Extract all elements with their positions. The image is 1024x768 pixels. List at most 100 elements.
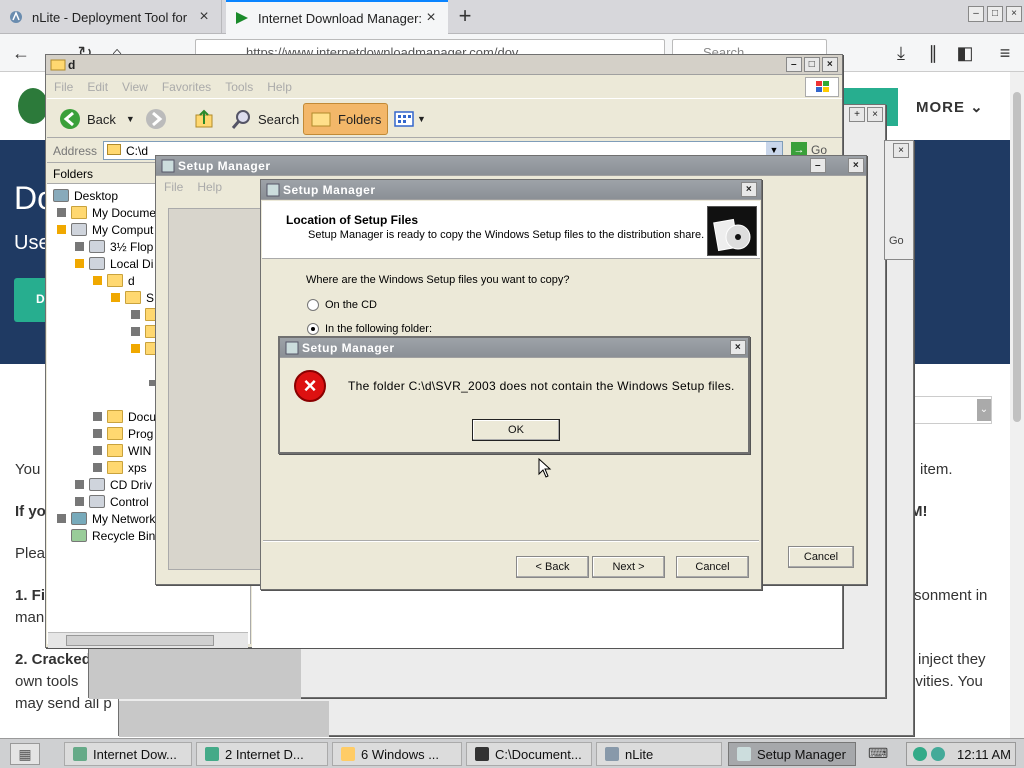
close-icon[interactable]: ×	[822, 57, 838, 72]
cancel-button[interactable]: Cancel	[788, 546, 854, 568]
taskbar-item-documents[interactable]: C:\Document...	[466, 742, 592, 766]
menu-tools[interactable]: Tools	[218, 76, 260, 94]
ok-button[interactable]: OK	[472, 419, 560, 441]
folder-icon	[107, 144, 121, 155]
minimize-icon[interactable]: –	[810, 158, 826, 173]
download-icon[interactable]: ⤓	[890, 42, 912, 64]
keyboard-icon[interactable]: ⌨	[868, 745, 888, 763]
play-icon	[234, 10, 250, 26]
cancel-button[interactable]: Cancel	[676, 556, 749, 578]
tab-label: nLite - Deployment Tool for	[32, 9, 188, 25]
back-button[interactable]: < Back	[516, 556, 589, 578]
tree-item-my-network[interactable]: My Network	[57, 510, 155, 527]
tree-item-s[interactable]: S	[111, 289, 154, 306]
tree-item-my-computer[interactable]: My Comput	[57, 221, 153, 238]
sidebar-icon[interactable]: ◧	[954, 42, 976, 64]
divider	[263, 540, 759, 542]
tree-item-recycle-bin[interactable]: Recycle Bin	[71, 527, 155, 544]
menu-help[interactable]: Help	[260, 76, 299, 94]
taskbar-item-windows-group[interactable]: 6 Windows ...	[332, 742, 462, 766]
tree-item-cd-drive[interactable]: CD Driv	[75, 476, 152, 493]
new-tab-button[interactable]: +	[452, 4, 478, 30]
tree-label: WIN	[128, 443, 152, 458]
menu-favorites[interactable]: Favorites	[155, 76, 218, 94]
radio-following-folder[interactable]: In the following folder:	[307, 323, 432, 335]
menu-file[interactable]: File	[157, 177, 190, 197]
minimize-icon[interactable]: –	[968, 6, 984, 22]
close-icon[interactable]: ×	[195, 8, 213, 26]
menu-icon[interactable]: ≡	[994, 42, 1016, 64]
page-text: man	[15, 609, 45, 626]
explorer-titlebar[interactable]: d – □ ×	[46, 55, 842, 75]
tree-label: 3½ Flop	[110, 239, 154, 254]
page-scrollbar[interactable]	[1010, 72, 1024, 738]
tree-hscrollbar[interactable]	[48, 632, 248, 648]
close-icon[interactable]: ×	[893, 143, 909, 158]
close-icon[interactable]: ×	[422, 9, 440, 27]
tree-label: My Docume	[92, 205, 157, 220]
maximize-icon[interactable]: +	[849, 107, 865, 122]
search-button[interactable]: Search	[225, 103, 305, 135]
close-icon[interactable]: ×	[1006, 6, 1022, 22]
nlite-favicon-icon	[8, 9, 24, 25]
explorer-menubar: File Edit View Favorites Tools Help	[47, 76, 842, 98]
close-icon[interactable]: ×	[867, 107, 883, 122]
taskbar-item-setup-manager[interactable]: Setup Manager	[728, 742, 856, 766]
up-folder-button[interactable]	[187, 103, 221, 135]
maximize-icon[interactable]: □	[804, 57, 820, 72]
tree-item-windows[interactable]: WIN	[93, 442, 151, 459]
tree-item-d[interactable]: d	[93, 272, 135, 289]
error-dialog-titlebar[interactable]: Setup Manager ×	[280, 338, 748, 358]
maximize-icon[interactable]: □	[987, 6, 1003, 22]
menu-file[interactable]: File	[47, 76, 80, 94]
browser-tab-bar: nLite - Deployment Tool for × Internet D…	[0, 0, 1024, 34]
views-button[interactable]: ▼	[387, 103, 432, 135]
site-logo	[18, 88, 48, 124]
menu-edit[interactable]: Edit	[80, 76, 115, 94]
folders-button[interactable]: Folders	[303, 103, 389, 135]
network-icon[interactable]	[913, 747, 927, 761]
start-button[interactable]: ▦	[10, 743, 40, 765]
tab-nlite[interactable]: nLite - Deployment Tool for ×	[0, 0, 222, 34]
tree-item-floppy[interactable]: 3½ Flop	[75, 238, 153, 255]
tree-item-desktop[interactable]: Desktop	[53, 187, 118, 204]
clock[interactable]: 12:11 AM	[957, 747, 1011, 762]
taskbar-item-internet-group[interactable]: 2 Internet D...	[196, 742, 328, 766]
wizard-question: Where are the Windows Setup files you wa…	[306, 274, 570, 286]
library-icon[interactable]: ∥	[922, 42, 944, 64]
go-label: Go	[889, 235, 904, 247]
setup-manager-icon	[737, 747, 751, 761]
setup-manager-titlebar[interactable]: Setup Manager – ×	[156, 156, 866, 176]
back-arrow-icon[interactable]: ←	[10, 42, 32, 64]
folder-icon	[50, 57, 66, 73]
back-button[interactable]: Back ▼	[53, 103, 141, 135]
next-button[interactable]: Next >	[592, 556, 665, 578]
radio-button[interactable]	[307, 323, 319, 335]
tree-item-program-files[interactable]: Prog	[93, 425, 153, 442]
menu-view[interactable]: View	[115, 76, 155, 94]
tree-item-local-disk[interactable]: Local Di	[75, 255, 153, 272]
close-icon[interactable]: ×	[741, 182, 757, 197]
menu-help[interactable]: Help	[190, 177, 229, 197]
tab-idm[interactable]: Internet Download Manager: ×	[226, 0, 448, 34]
taskbar-item-nlite[interactable]: nLite	[596, 742, 722, 766]
setup-manager-icon	[160, 158, 176, 174]
radio-on-cd[interactable]: On the CD	[307, 299, 377, 311]
desktop-icon	[53, 189, 69, 202]
forward-arrow-icon	[146, 109, 166, 129]
page-text: You	[15, 461, 41, 478]
radio-button[interactable]	[307, 299, 319, 311]
network-icon[interactable]	[931, 747, 945, 761]
taskbar-item-internet-download[interactable]: Internet Dow...	[64, 742, 192, 766]
select-field[interactable]: ⌄	[914, 396, 992, 424]
wizard-titlebar[interactable]: Setup Manager ×	[261, 180, 761, 200]
tree-item-control-panel[interactable]: Control	[75, 493, 149, 510]
close-icon[interactable]: ×	[730, 340, 746, 355]
close-icon[interactable]: ×	[848, 158, 864, 173]
minimize-icon[interactable]: –	[786, 57, 802, 72]
forward-button[interactable]	[139, 103, 173, 135]
folder-icon	[125, 291, 141, 304]
tree-item-documents[interactable]: Docu	[93, 408, 156, 425]
tree-item-xps[interactable]: xps	[93, 459, 147, 476]
tree-item-my-documents[interactable]: My Docume	[57, 204, 156, 221]
